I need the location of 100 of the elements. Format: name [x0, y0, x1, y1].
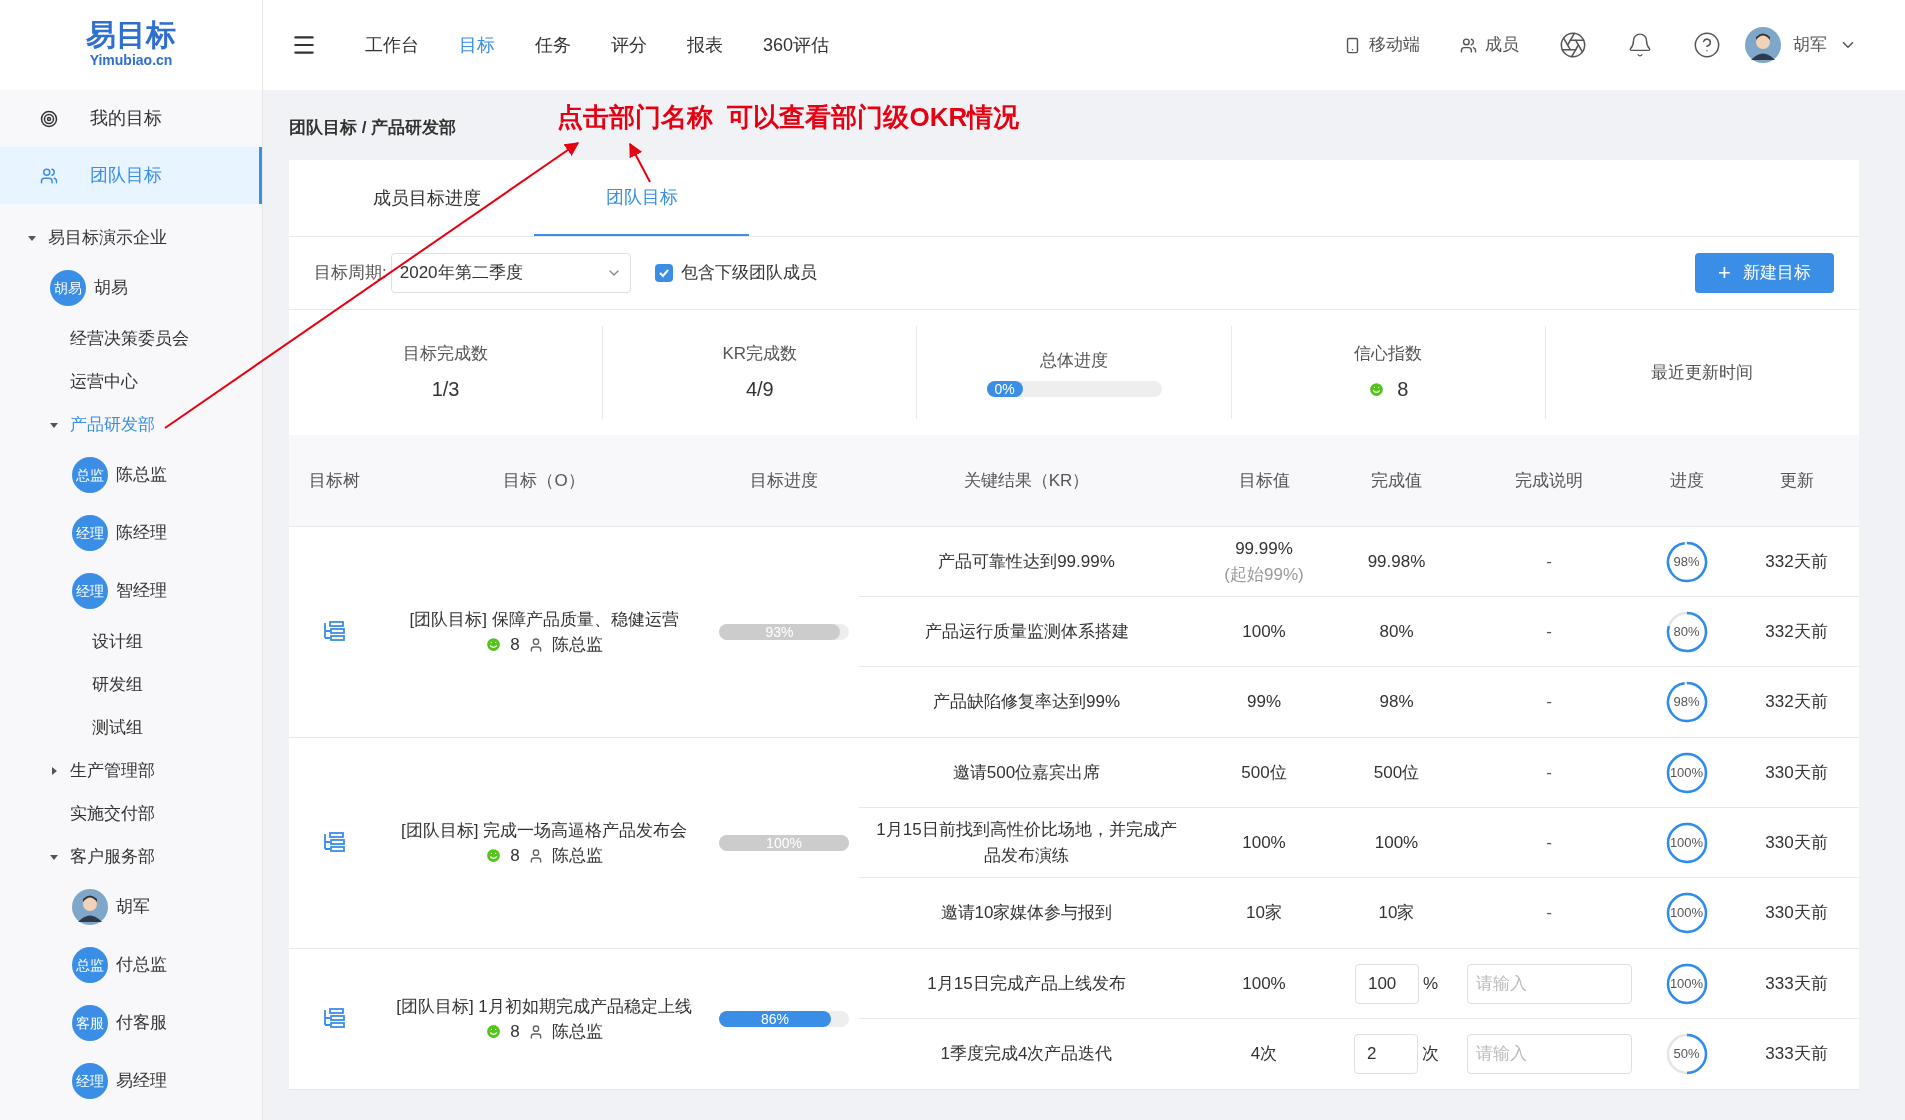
logo-title: 易目标 [86, 19, 176, 50]
department-item[interactable]: 设计组 [92, 628, 143, 655]
department-item[interactable]: 客户服务部 [70, 843, 155, 870]
avatar-badge: 总监 [72, 457, 108, 493]
notification-icon[interactable] [1627, 32, 1653, 58]
caret-down-icon[interactable] [50, 420, 58, 429]
target-value: 4次 [1250, 1043, 1278, 1066]
done-value: 100% [1374, 831, 1419, 854]
confidence-value: 8 [510, 634, 520, 656]
updated-time: 330天前 [1765, 831, 1828, 854]
done-value: 80% [1379, 620, 1414, 643]
tab[interactable]: 成员目标进度 [319, 160, 534, 236]
kr-text: 邀请10家媒体参与报到 [940, 902, 1113, 925]
department-item[interactable]: 运营中心 [70, 368, 138, 395]
caret-right-icon[interactable] [50, 766, 58, 775]
stat-value: 4/9 [745, 377, 774, 403]
goal-title[interactable]: [团队目标] 保障产品质量、稳健运营 [409, 606, 679, 632]
kr-text: 产品运行质量监测体系搭建 [924, 620, 1129, 643]
updated-time: 332天前 [1765, 620, 1828, 643]
department-item[interactable]: 研发组 [92, 671, 143, 698]
member-name[interactable]: 胡易 [94, 275, 128, 301]
member-name[interactable]: 胡军 [116, 894, 150, 920]
department-item[interactable]: 测试组 [92, 714, 143, 741]
column-header: 目标树 [308, 469, 360, 492]
goal-title[interactable]: [团队目标] 1月初如期完成产品稳定上线 [396, 993, 692, 1019]
column-header: 完成值 [1371, 469, 1422, 492]
owner-name: 陈总监 [551, 845, 603, 867]
nav-tab[interactable]: 目标 [459, 31, 495, 59]
department-item[interactable]: 易目标演示企业 [48, 224, 167, 251]
nav-tab[interactable]: 评分 [611, 31, 647, 59]
tree-icon[interactable] [322, 832, 346, 854]
note-value: - [1546, 761, 1552, 784]
check-icon [657, 267, 670, 279]
mobile-link[interactable]: 移动端 [1344, 32, 1420, 58]
stat-label: KR完成数 [722, 342, 798, 365]
target-value: 99.99% [1235, 538, 1293, 560]
caret-down-icon[interactable] [28, 233, 36, 242]
done-value: 98% [1379, 691, 1414, 714]
member-name[interactable]: 付总监 [116, 952, 167, 978]
members-link[interactable]: 成员 [1460, 32, 1519, 58]
user-name[interactable]: 胡军 [1793, 32, 1827, 58]
unit-label: % [1422, 972, 1439, 995]
done-value: 10家 [1378, 902, 1415, 925]
avatar-badge: 客服 [72, 1005, 108, 1041]
department-item[interactable]: 经营决策委员会 [70, 325, 189, 352]
kr-text: 1月15日前找到高性价比场地，并完成产品发布演练 [875, 819, 1178, 867]
nav-tab[interactable]: 工作台 [365, 31, 419, 59]
tree-icon[interactable] [322, 621, 346, 643]
member-name[interactable]: 智经理 [116, 578, 167, 604]
nav-tab[interactable]: 报表 [687, 31, 723, 59]
smiley-icon [485, 1023, 503, 1041]
caret-down-icon[interactable] [50, 852, 58, 861]
member-name[interactable]: 付客服 [116, 1010, 167, 1036]
done-value: 500位 [1373, 761, 1420, 784]
stat-value: 8 [1397, 377, 1409, 403]
progress-reading: 86% [760, 1012, 789, 1026]
column-header: 完成说明 [1515, 469, 1583, 492]
goal-title[interactable]: [团队目标] 完成一场高逼格产品发布会 [400, 817, 688, 843]
stat-label: 总体进度 [1040, 349, 1108, 372]
note-input[interactable]: 请输入 [1466, 1034, 1632, 1074]
column-header: 更新 [1779, 469, 1814, 492]
note-value: - [1546, 902, 1552, 925]
target-value: 99% [1247, 691, 1281, 714]
updated-time: 333天前 [1765, 1043, 1828, 1066]
stat-label: 目标完成数 [403, 342, 489, 365]
member-name[interactable]: 陈经理 [116, 520, 167, 546]
note-value: - [1546, 691, 1552, 714]
help-icon[interactable] [1693, 31, 1721, 59]
sidebar-item[interactable]: 我的目标 [0, 90, 262, 147]
updated-time: 332天前 [1765, 691, 1828, 714]
note-value: - [1546, 550, 1552, 573]
nav-tab[interactable]: 360评估 [763, 31, 830, 59]
aperture-icon[interactable] [1559, 31, 1587, 59]
progress-reading: 0% [986, 381, 1023, 398]
progress-reading: 50% [1672, 1045, 1701, 1064]
avatar-icon [1745, 27, 1781, 63]
progress-reading: 98% [1672, 693, 1701, 712]
kr-text: 产品可靠性达到99.99% [938, 550, 1115, 573]
nav-tab[interactable]: 任务 [535, 31, 571, 59]
target-value: 100% [1242, 831, 1286, 854]
department-item[interactable]: 生产管理部 [70, 757, 155, 784]
note-input[interactable]: 请输入 [1466, 963, 1632, 1004]
annotation-text: 点击部门名称 可以查看部门级OKR情况 [557, 101, 1020, 134]
column-header: 目标（O） [503, 469, 585, 492]
period-select[interactable]: 2020年第二季度 [390, 253, 631, 293]
tree-icon[interactable] [322, 1008, 346, 1030]
phone-icon [1344, 36, 1361, 54]
department-item[interactable]: 实施交付部 [70, 800, 155, 827]
done-input[interactable]: 2 [1354, 1034, 1418, 1074]
kr-text: 1季度完成4次产品迭代 [940, 1043, 1113, 1066]
avatar-badge: 经理 [72, 573, 108, 609]
logo-subtitle: Yimubiao.cn [89, 50, 173, 70]
checkbox-label: 包含下级团队成员 [680, 262, 817, 285]
checkbox[interactable] [654, 264, 673, 282]
stat-label: 最近更新时间 [1651, 361, 1754, 384]
filter-label: 目标周期: [314, 262, 387, 285]
done-input[interactable]: 100 [1354, 963, 1419, 1004]
member-name[interactable]: 陈总监 [116, 462, 167, 488]
member-name[interactable]: 易经理 [116, 1068, 167, 1094]
users-icon [1460, 36, 1477, 54]
